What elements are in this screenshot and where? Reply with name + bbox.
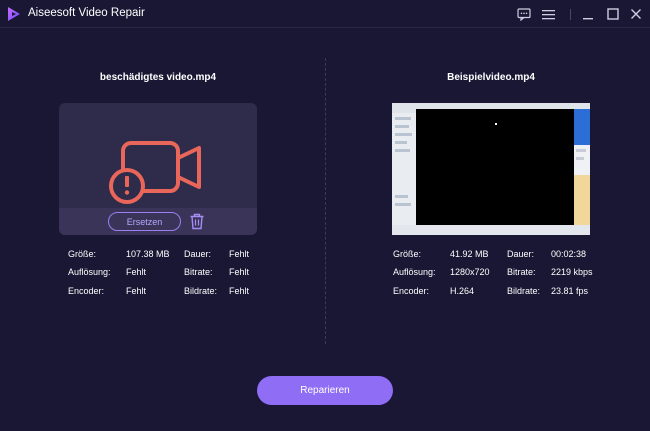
- info-value: 41.92 MB: [450, 249, 489, 259]
- info-value: 00:02:38: [551, 249, 587, 259]
- close-button[interactable]: [627, 5, 645, 23]
- panel-divider: [325, 58, 326, 344]
- trash-icon[interactable]: [189, 213, 205, 230]
- info-value: 2219 kbps: [551, 267, 593, 277]
- info-label: Bitrate:: [507, 267, 536, 277]
- broken-video-card: Ersetzen: [59, 103, 257, 235]
- feedback-button[interactable]: [515, 5, 533, 23]
- title-bar: Aiseesoft Video Repair: [0, 0, 650, 28]
- info-value: Fehlt: [229, 249, 250, 259]
- broken-video-file-name: beschädigtes video.mp4: [99, 72, 217, 83]
- info-value: Fehlt: [126, 267, 147, 277]
- info-label: Dauer:: [507, 249, 535, 259]
- play-logo-icon: [8, 7, 20, 21]
- info-value: 1280x720: [450, 267, 490, 277]
- info-label: Encoder:: [393, 286, 430, 296]
- sample-video-file-name: Beispielvideo.mp4: [447, 72, 535, 83]
- maximize-button[interactable]: [604, 5, 622, 23]
- info-label: Bildrate:: [507, 286, 541, 296]
- info-value: Fehlt: [229, 286, 250, 296]
- app-title: Aiseesoft Video Repair: [28, 7, 145, 19]
- menu-button[interactable]: [539, 5, 557, 23]
- chat-bubble-icon: [517, 7, 531, 21]
- hamburger-menu-icon: [541, 9, 555, 19]
- info-label: Größe:: [393, 249, 422, 259]
- info-value: Fehlt: [126, 286, 147, 296]
- card-footer: Ersetzen: [59, 208, 257, 235]
- info-label: Bildrate:: [184, 286, 218, 296]
- close-icon: [631, 9, 641, 19]
- info-value: H.264: [450, 286, 475, 296]
- minimize-button[interactable]: [579, 5, 597, 23]
- info-label: Dauer:: [184, 249, 212, 259]
- info-label: Bitrate:: [184, 267, 213, 277]
- info-value: Fehlt: [229, 267, 250, 277]
- info-value: 107.38 MB: [126, 249, 170, 259]
- repair-button[interactable]: Reparieren: [257, 376, 393, 405]
- info-label: Größe:: [68, 249, 97, 259]
- info-value: 23.81 fps: [551, 286, 589, 296]
- info-label: Auflösung:: [68, 267, 111, 277]
- title-bar-separator: [570, 9, 571, 20]
- sample-video-thumbnail: [392, 103, 590, 235]
- broken-video-camera-icon: [109, 141, 201, 204]
- video-thumbnail-image: [392, 103, 590, 235]
- maximize-icon: [607, 8, 619, 20]
- info-label: Auflösung:: [393, 267, 436, 277]
- info-label: Encoder:: [68, 286, 105, 296]
- replace-button[interactable]: Ersetzen: [108, 212, 181, 231]
- minimize-icon: [583, 18, 593, 20]
